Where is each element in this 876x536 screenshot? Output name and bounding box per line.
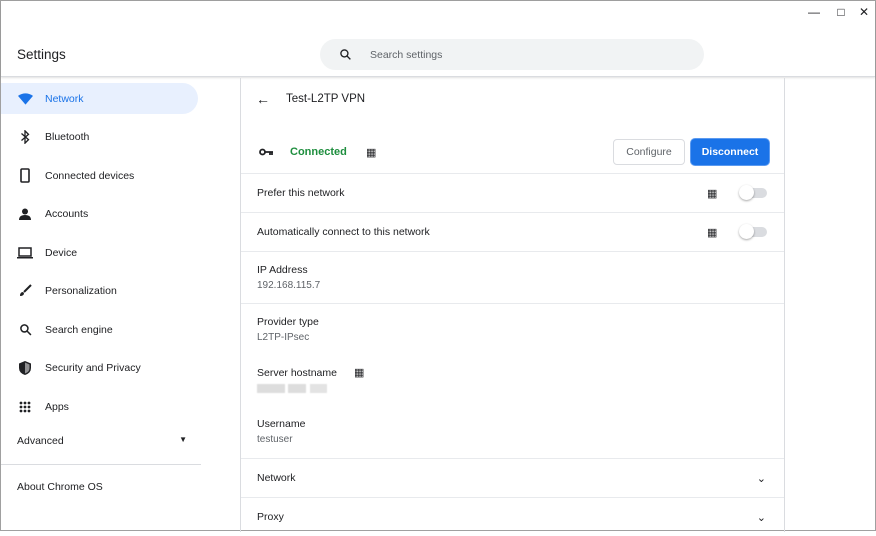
header: Settings Search settings — □ ✕	[1, 1, 875, 77]
sidebar-item-network[interactable]: Network	[1, 83, 198, 114]
app-title: Settings	[17, 47, 66, 62]
sidebar-item-search-engine[interactable]: Search engine	[1, 314, 198, 345]
sidebar-item-label: Security and Privacy	[45, 361, 141, 374]
ip-address-value: 192.168.115.7	[257, 280, 321, 291]
shield-icon	[17, 360, 33, 376]
search-icon	[340, 49, 351, 60]
advanced-toggle[interactable]: Advanced ▼	[17, 435, 187, 447]
auto-connect-label: Automatically connect to this network	[257, 226, 430, 238]
ip-address-row: IP Address 192.168.115.7	[241, 251, 784, 303]
network-detail-panel: ← Test-L2TP VPN Connected ▦ Configure Di…	[240, 78, 785, 532]
proxy-section-row[interactable]: Proxy ⌄	[241, 497, 784, 536]
provider-type-row: Provider type L2TP-IPsec	[241, 303, 784, 355]
status-row: Connected ▦ Configure Disconnect	[241, 131, 784, 173]
sidebar-item-label: Apps	[45, 400, 69, 413]
network-title: Test-L2TP VPN	[286, 93, 366, 105]
sidebar-item-device[interactable]: Device	[1, 237, 198, 268]
laptop-icon	[17, 245, 33, 261]
enterprise-policy-icon: ▦	[354, 367, 365, 379]
search-icon	[17, 322, 33, 338]
sidebar-item-label: Search engine	[45, 323, 113, 336]
sidebar-item-bluetooth[interactable]: Bluetooth	[1, 121, 198, 152]
configure-button[interactable]: Configure	[613, 139, 685, 165]
username-row: Username testuser	[241, 406, 784, 458]
brush-icon	[17, 283, 33, 299]
minimize-button[interactable]: —	[806, 5, 822, 19]
provider-type-label: Provider type	[257, 316, 319, 328]
prefer-network-label: Prefer this network	[257, 187, 345, 199]
username-label: Username	[257, 418, 306, 430]
bluetooth-icon	[17, 129, 33, 145]
sidebar-item-label: Network	[45, 92, 84, 105]
back-button[interactable]: ←	[256, 91, 270, 107]
chevron-down-icon: ⌄	[756, 511, 766, 524]
vpn-key-icon	[259, 148, 273, 156]
sidebar-item-label: Bluetooth	[45, 130, 90, 143]
sidebar-item-security-privacy[interactable]: Security and Privacy	[1, 352, 198, 383]
search-placeholder: Search settings	[370, 48, 443, 61]
sidebar-item-label: Device	[45, 246, 78, 259]
provider-type-value: L2TP-IPsec	[257, 332, 310, 343]
chevron-down-icon: ⌄	[756, 472, 766, 485]
settings-window: Settings Search settings — □ ✕ Network B…	[0, 0, 876, 532]
prefer-network-row: Prefer this network ▦	[241, 173, 784, 212]
sidebar-item-connected-devices[interactable]: Connected devices	[1, 160, 198, 191]
apps-grid-icon	[17, 399, 33, 415]
sidebar-item-accounts[interactable]: Accounts	[1, 198, 198, 229]
wifi-icon	[17, 91, 33, 107]
enterprise-policy-icon: ▦	[707, 226, 718, 239]
sidebar-item-label: Personalization	[45, 284, 117, 297]
disconnect-button[interactable]: Disconnect	[691, 139, 769, 165]
search-input[interactable]: Search settings	[320, 39, 704, 70]
advanced-label: Advanced	[17, 435, 64, 447]
network-section-label: Network	[257, 472, 296, 484]
auto-connect-toggle[interactable]	[739, 224, 767, 239]
sidebar-divider	[1, 464, 201, 465]
maximize-button[interactable]: □	[833, 5, 849, 19]
about-chrome-os-link[interactable]: About Chrome OS	[17, 481, 103, 493]
sidebar-item-personalization[interactable]: Personalization	[1, 275, 198, 306]
enterprise-policy-icon: ▦	[366, 146, 377, 159]
enterprise-policy-icon: ▦	[707, 187, 718, 200]
server-hostname-row: Server hostname ▦	[241, 355, 784, 406]
ip-address-label: IP Address	[257, 264, 308, 276]
phone-icon	[17, 168, 33, 184]
person-icon	[17, 206, 33, 222]
sidebar-item-label: Accounts	[45, 207, 89, 220]
sidebar-item-apps[interactable]: Apps	[1, 391, 198, 422]
server-hostname-label: Server hostname	[257, 367, 337, 379]
username-value: testuser	[257, 434, 293, 445]
network-section-row[interactable]: Network ⌄	[241, 458, 784, 497]
server-hostname-redacted	[257, 384, 327, 393]
dropdown-arrow-icon: ▼	[179, 435, 187, 444]
prefer-network-toggle[interactable]	[739, 185, 767, 200]
auto-connect-row: Automatically connect to this network ▦	[241, 212, 784, 251]
proxy-section-label: Proxy	[257, 511, 284, 523]
connection-status: Connected	[290, 146, 347, 158]
close-button[interactable]: ✕	[856, 5, 872, 19]
sidebar-item-label: Connected devices	[45, 169, 135, 182]
